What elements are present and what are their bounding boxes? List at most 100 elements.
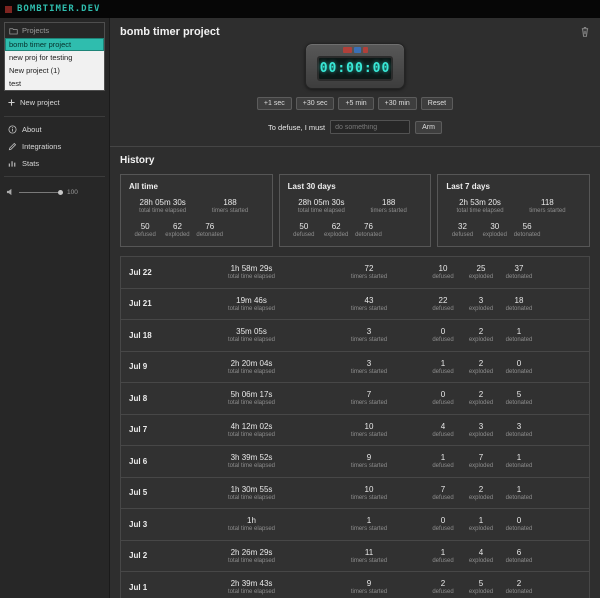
row-date: Jul 21 [129,299,152,309]
sidebar-item-about[interactable]: About [4,121,105,138]
row-defused-caption: defused [432,526,454,533]
row-detonated-caption: detonated [505,589,533,596]
exploded-stat: 62 exploded [161,222,193,238]
row-detonated-stat: 2 detonated [500,579,538,595]
row-date: Jul 18 [129,330,152,340]
volume-slider[interactable] [19,189,63,195]
section-divider [110,146,600,147]
row-exploded-stat: 3 exploded [462,422,500,438]
row-time-value: 1h 58m 29s [230,264,273,274]
row-defused-value: 1 [440,547,446,557]
row-timers-stat: 3 timers started [314,327,424,343]
row-exploded-caption: exploded [468,526,494,533]
timer-adjust-button[interactable]: +1 sec [256,97,292,110]
projects-header-label: Projects [22,26,50,35]
row-time-stat: 2h 39m 43s total time elapsed [189,579,314,595]
timers-started-stat: 188 timers started [196,198,263,214]
defuse-label: To defuse, I must [268,122,326,132]
summary-big-stats: 2h 53m 20s total time elapsed 118 timers… [446,198,581,214]
row-time-stat: 1h total time elapsed [189,516,314,532]
row-exploded-caption: exploded [468,400,494,407]
row-timers-caption: timers started [350,431,388,438]
row-timers-value: 3 [366,327,372,337]
row-exploded-value: 1 [478,516,484,526]
project-list-item[interactable]: test [5,77,104,90]
folder-icon [9,27,18,34]
timer-adjust-button[interactable]: Reset [420,97,454,110]
sidebar-divider [4,116,105,117]
row-detonated-caption: detonated [505,305,533,312]
row-exploded-stat: 25 exploded [462,264,500,280]
row-timers-caption: timers started [350,274,388,281]
timers-started-stat: 118 timers started [514,198,581,214]
row-defused-caption: defused [432,463,454,470]
new-project-button[interactable]: New project [4,91,105,112]
row-time-caption: total time elapsed [227,463,276,470]
history-row: Jul 6 3h 39m 52s total time elapsed 9 ti… [120,445,590,478]
row-defused-caption: defused [432,557,454,564]
detonated-value: 76 [205,222,215,231]
history-row: Jul 5 1h 30m 55s total time elapsed 10 t… [120,476,590,509]
volume-slider-thumb[interactable] [58,189,63,195]
row-detonated-value: 1 [516,484,522,494]
total-time-stat: 28h 05m 30s total time elapsed [288,198,355,214]
row-timers-caption: timers started [350,305,388,312]
total-time-caption: total time elapsed [456,208,504,214]
project-list-item[interactable]: New project (1) [5,64,104,77]
summary-card-title: Last 7 days [446,182,490,191]
row-defused-value: 4 [440,421,446,431]
pencil-icon [8,142,17,151]
row-detonated-caption: detonated [505,557,533,564]
history-summary-card: Last 30 days 28h 05m 30s total time elap… [278,174,432,247]
row-exploded-value: 2 [478,327,484,337]
delete-project-button[interactable] [580,26,590,37]
row-exploded-caption: exploded [468,494,494,501]
row-timers-caption: timers started [350,589,388,596]
info-icon [8,125,17,134]
row-detonated-caption: detonated [505,494,533,501]
project-list-item[interactable]: new proj for testing [5,51,104,64]
timer-adjust-button[interactable]: +30 sec [295,97,335,110]
total-time-stat: 2h 53m 20s total time elapsed [446,198,513,214]
timer-adjust-button[interactable]: +30 min [377,97,417,110]
row-defused-stat: 1 defused [424,453,462,469]
row-defused-value: 0 [440,516,446,526]
detonated-caption: detonated [355,232,382,238]
row-timers-stat: 3 timers started [314,359,424,375]
exploded-value: 62 [173,222,182,231]
row-time-value: 2h 26m 29s [230,547,273,557]
timers-started-caption: timers started [211,208,249,214]
project-list-item[interactable]: bomb timer project [5,38,104,51]
row-defused-value: 1 [440,453,446,463]
volume-control: 100 [4,181,105,196]
red-wire [342,47,352,53]
exploded-stat: 62 exploded [320,222,352,238]
exploded-caption: exploded [165,232,190,238]
sidebar-item-integrations[interactable]: Integrations [4,138,105,155]
row-timers-stat: 9 timers started [314,453,424,469]
exploded-caption: exploded [482,232,507,238]
defuse-input[interactable] [330,120,411,134]
row-exploded-stat: 2 exploded [462,359,500,375]
row-date: Jul 6 [129,456,148,466]
timer-adjust-button[interactable]: +5 min [338,97,374,110]
row-date: Jul 5 [129,488,148,498]
app-logo: BOMBTIMER.DEV [17,4,101,14]
row-detonated-value: 1 [516,453,522,463]
total-time-value: 28h 05m 30s [298,198,345,207]
red-wire [362,47,368,53]
history-summary-card: All time 28h 05m 30s total time elapsed … [120,174,273,247]
row-exploded-stat: 2 exploded [462,390,500,406]
arm-button[interactable]: Arm [415,120,442,134]
row-defused-stat: 22 defused [424,296,462,312]
row-time-caption: total time elapsed [227,400,276,407]
row-exploded-stat: 1 exploded [462,516,500,532]
row-timers-caption: timers started [350,368,388,375]
project-item-label: bomb timer project [9,40,72,49]
timers-started-caption: timers started [370,208,407,214]
row-date: Jul 1 [129,582,148,592]
row-exploded-value: 2 [478,358,484,368]
sidebar-item-stats[interactable]: Stats [4,155,105,172]
row-time-stat: 19m 46s total time elapsed [189,296,314,312]
row-time-caption: total time elapsed [227,526,276,533]
